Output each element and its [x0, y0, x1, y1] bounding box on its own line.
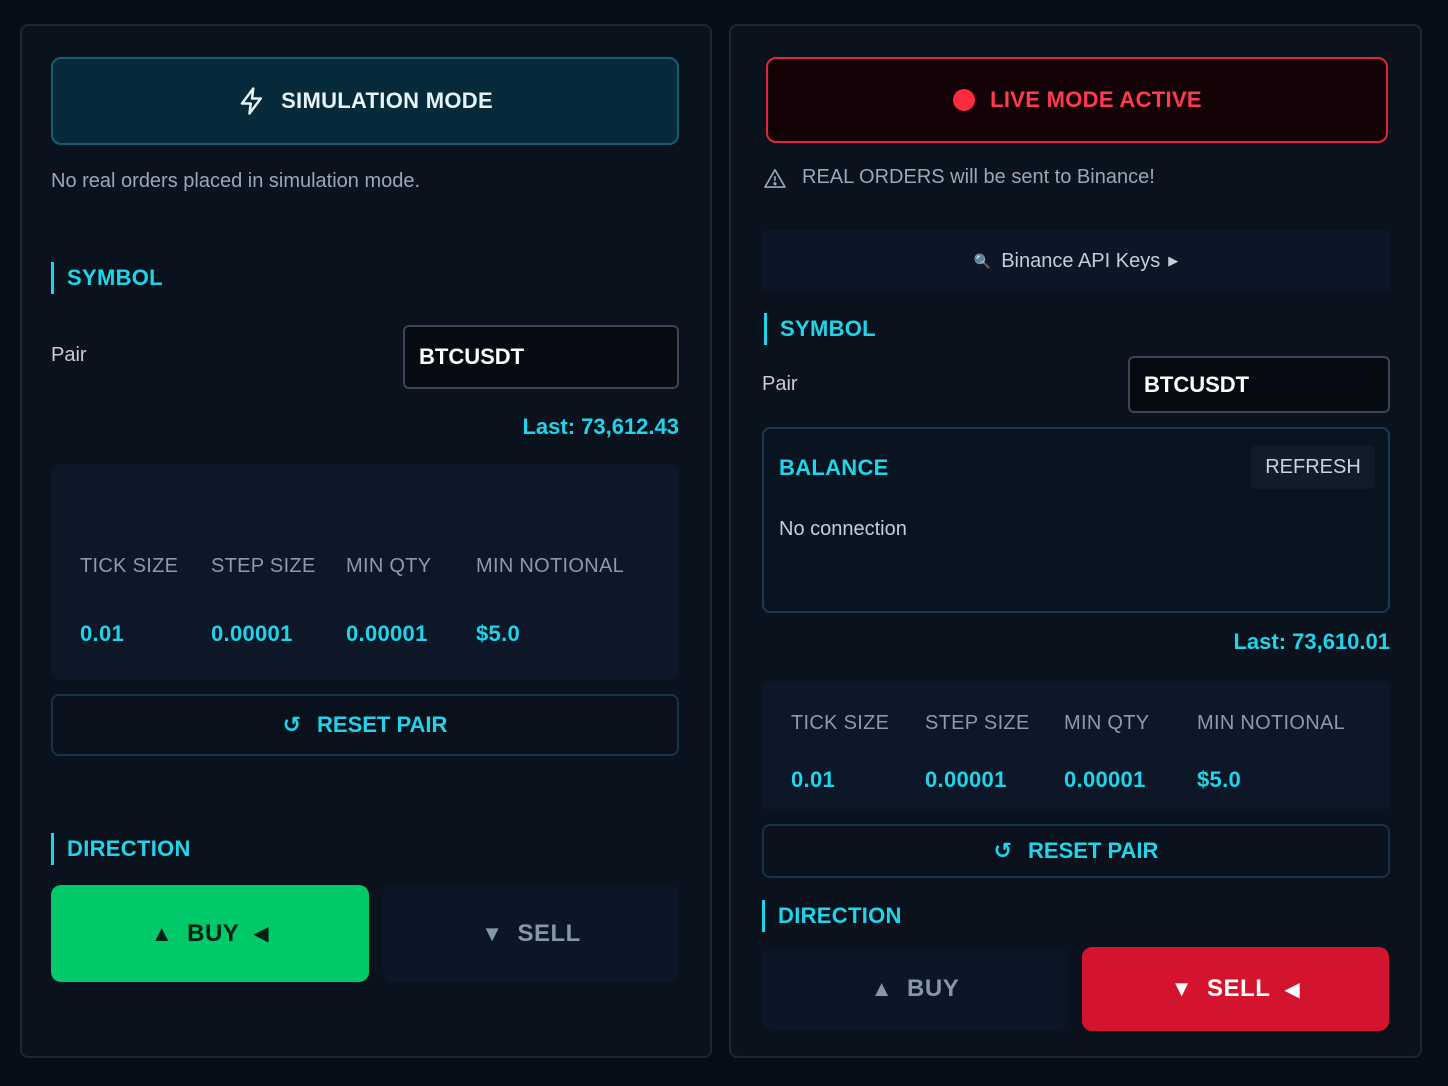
reset-pair-button[interactable]: ↺ RESET PAIR	[51, 694, 679, 756]
min-qty-value: 0.00001	[1064, 767, 1146, 792]
simulation-mode-button[interactable]: SIMULATION MODE	[51, 57, 679, 145]
refresh-circle-icon: ↺	[993, 838, 1013, 863]
live-warning-text: REAL ORDERS will be sent to Binance!	[802, 166, 1155, 188]
tick-size-header: TICK SIZE	[80, 555, 179, 577]
simulation-panel: SIMULATION MODE No real orders placed in…	[20, 24, 712, 1058]
live-warning: REAL ORDERS will be sent to Binance!	[764, 166, 1155, 189]
selected-marker-icon: ◀	[1284, 978, 1301, 1001]
balance-box: BALANCE REFRESH No connection	[762, 427, 1390, 613]
min-notional-value: $5.0	[1197, 767, 1242, 792]
refresh-circle-icon: ↺	[282, 712, 302, 737]
step-size-value: 0.00001	[211, 621, 293, 646]
reset-pair-label: RESET PAIR	[1028, 838, 1159, 863]
up-arrow-icon: ▲	[150, 920, 174, 946]
reset-pair-button[interactable]: ↺ RESET PAIR	[762, 824, 1390, 878]
warning-triangle-icon	[764, 168, 786, 188]
balance-title: BALANCE	[779, 455, 889, 480]
pair-label: Pair	[762, 373, 798, 395]
tick-size-value: 0.01	[791, 767, 836, 792]
last-price: Last: 73,610.01	[1233, 629, 1390, 654]
symbol-info-box: TICK SIZE STEP SIZE MIN QTY MIN NOTIONAL…	[51, 464, 679, 680]
min-notional-value: $5.0	[476, 621, 521, 646]
last-price: Last: 73,612.43	[522, 414, 679, 439]
sell-button[interactable]: ▼ SELL ◀	[1082, 947, 1389, 1031]
api-keys-label: Binance API Keys	[1001, 249, 1161, 272]
min-qty-header: MIN QTY	[346, 555, 432, 577]
symbol-info-box: TICK SIZE STEP SIZE MIN QTY MIN NOTIONAL…	[762, 681, 1390, 811]
tick-size-header: TICK SIZE	[791, 712, 890, 734]
simulation-note: No real orders placed in simulation mode…	[51, 170, 421, 192]
down-arrow-icon: ▼	[481, 920, 504, 946]
pair-input[interactable]: BTCUSDT	[1128, 356, 1390, 413]
min-notional-header: MIN NOTIONAL	[476, 555, 625, 577]
reset-pair-label: RESET PAIR	[317, 712, 448, 737]
red-dot-icon	[952, 88, 976, 112]
sell-button[interactable]: ▼ SELL	[383, 885, 679, 982]
selected-marker-icon: ◀	[253, 923, 270, 945]
live-panel: LIVE MODE ACTIVE REAL ORDERS will be sen…	[729, 24, 1422, 1058]
symbol-section-title: SYMBOL	[51, 262, 163, 294]
refresh-button[interactable]: REFRESH	[1251, 445, 1375, 489]
tick-size-value: 0.01	[80, 621, 125, 646]
buy-button[interactable]: ▲ BUY ◀	[51, 885, 369, 982]
balance-status: No connection	[779, 518, 907, 540]
simulation-mode-label: SIMULATION MODE	[281, 88, 493, 113]
sell-label: SELL	[517, 919, 581, 947]
pair-label: Pair	[51, 344, 87, 366]
api-keys-toggle[interactable]: 🔍 Binance API Keys ▶	[762, 230, 1390, 292]
direction-section-title: DIRECTION	[51, 833, 191, 865]
symbol-section-title: SYMBOL	[764, 313, 876, 345]
buy-button[interactable]: ▲ BUY	[762, 948, 1068, 1030]
step-size-value: 0.00001	[925, 767, 1007, 792]
expand-triangle-icon: ▶	[1168, 253, 1179, 268]
live-mode-button[interactable]: LIVE MODE ACTIVE	[766, 57, 1388, 143]
min-qty-value: 0.00001	[346, 621, 428, 646]
direction-section-title: DIRECTION	[762, 900, 902, 932]
key-icon: 🔍	[973, 252, 992, 269]
buy-label: BUY	[187, 919, 240, 947]
min-qty-header: MIN QTY	[1064, 712, 1150, 734]
lightning-bolt-icon	[237, 86, 267, 116]
up-arrow-icon: ▲	[870, 976, 894, 1001]
min-notional-header: MIN NOTIONAL	[1197, 712, 1346, 734]
buy-label: BUY	[907, 975, 960, 1002]
down-arrow-icon: ▼	[1170, 976, 1194, 1001]
step-size-header: STEP SIZE	[925, 712, 1030, 734]
pair-input[interactable]: BTCUSDT	[403, 325, 679, 389]
step-size-header: STEP SIZE	[211, 555, 316, 577]
live-mode-label: LIVE MODE ACTIVE	[990, 87, 1202, 112]
sell-label: SELL	[1207, 975, 1271, 1002]
